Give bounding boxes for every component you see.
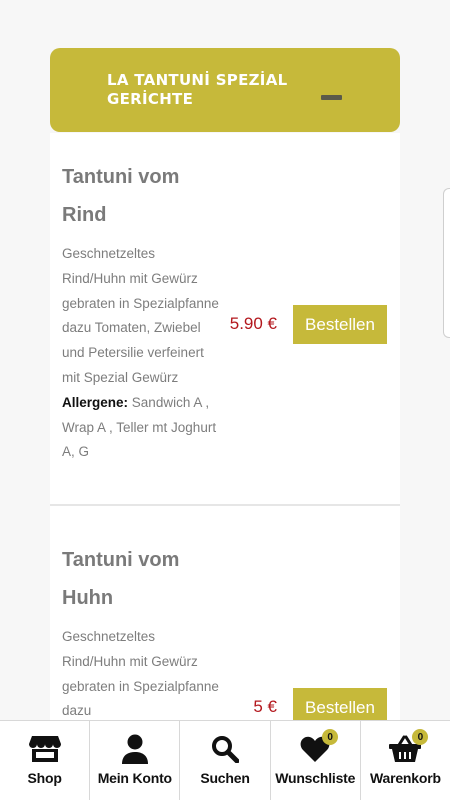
menu-scroll-area[interactable]: LA TANTUNİ SPEZİAL GERİCHTE Tantuni vom … [0,0,450,720]
side-panel-tab[interactable] [443,188,450,338]
item-description-text: Geschnetzeltes Rind/Huhn mit Gewürz gebr… [62,246,219,385]
nav-cart[interactable]: 0 Warenkorb [361,721,450,800]
nav-shop[interactable]: Shop [0,721,91,800]
store-icon [28,733,62,765]
nav-account[interactable]: Mein Konto [90,721,181,800]
nav-shop-label: Shop [27,770,62,786]
nav-wishlist-label: Wunschliste [275,770,356,786]
order-button[interactable]: Bestellen [293,305,387,344]
nav-account-label: Mein Konto [97,770,172,786]
nav-wishlist[interactable]: 0 Wunschliste [271,721,361,800]
menu-item-card: Tantuni vom Rind Geschnetzeltes Rind/Huh… [50,133,400,504]
category-title: LA TANTUNİ SPEZİAL GERİCHTE [107,71,288,108]
item-title: Tantuni vom Rind [62,166,180,226]
search-icon [208,733,242,765]
nav-cart-label: Warenkorb [370,770,441,786]
cart-count-badge: 0 [412,729,429,745]
category-header[interactable]: LA TANTUNİ SPEZİAL GERİCHTE [50,48,400,132]
bottom-navigation: Shop Mein Konto Suchen 0 Wunschliste 0 W… [0,720,450,800]
item-description: Geschnetzeltes Rind/Huhn mit Gewürz gebr… [62,629,219,719]
collapse-icon[interactable] [321,95,342,100]
item-price: 5.90 € [229,314,277,333]
menu-item-card: Tantuni vom Huhn Geschnetzeltes Rind/Huh… [50,506,400,720]
item-description: Geschnetzeltes Rind/Huhn mit Gewürz gebr… [62,242,222,465]
basket-icon: 0 [388,729,429,765]
item-title: Tantuni vom Huhn [62,549,180,609]
user-icon [118,733,152,765]
nav-search[interactable]: Suchen [180,721,271,800]
allergens-label: Allergene: [62,394,129,410]
nav-search-label: Suchen [200,770,250,786]
heart-icon: 0 [298,729,339,765]
item-price: 5 € [253,697,277,716]
order-button[interactable]: Bestellen [293,688,387,720]
wishlist-count-badge: 0 [322,729,339,745]
